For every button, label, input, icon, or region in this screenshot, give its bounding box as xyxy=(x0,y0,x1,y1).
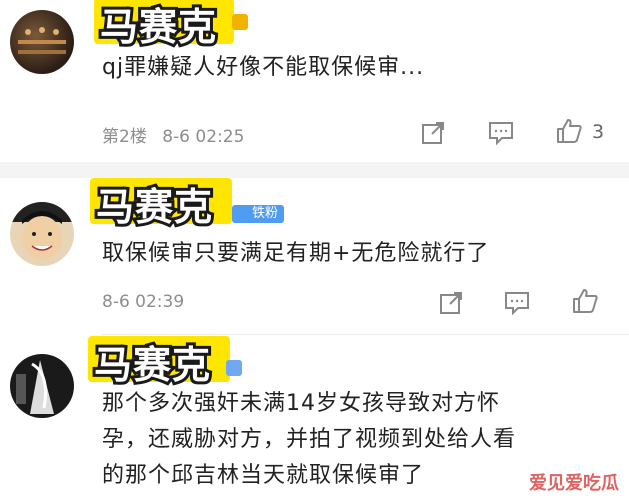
watermark: 爱见爱吃瓜 xyxy=(529,473,619,494)
username-wrap[interactable]: 马赛克 xyxy=(94,0,234,55)
username[interactable]: 马赛克 xyxy=(97,2,219,52)
avatar-image xyxy=(10,202,74,260)
comment-text-line-2: 孕，还威胁对方，并拍了视频到处给人看 xyxy=(102,427,517,452)
comment-text: 取保候审只要满足有期+无危险就行了 xyxy=(102,241,490,266)
comment-text-line-3: 的那个邱吉林当天就取保候审了 xyxy=(102,463,425,488)
share-icon[interactable] xyxy=(420,120,446,146)
username-wrap[interactable]: 马赛克 xyxy=(88,336,230,393)
comment-text-line-1: 那个多次强奸未满14岁女孩导致对方怀 xyxy=(102,391,500,416)
comment-date: 8-6 02:25 xyxy=(162,127,245,147)
divider xyxy=(102,334,629,335)
username[interactable]: 马赛克 xyxy=(93,182,215,232)
fan-badge: 铁粉 xyxy=(232,205,285,223)
comment-card-3: 马赛克 那个多次强奸未满14岁女孩导致对方怀 孕，还威胁对方，并拍了视频到处给人… xyxy=(0,334,629,501)
like-icon[interactable] xyxy=(556,118,582,144)
floor-number: 第2楼 xyxy=(102,127,147,147)
avatar[interactable] xyxy=(10,202,74,266)
like-count: 3 xyxy=(592,121,605,143)
like-icon[interactable] xyxy=(572,288,598,314)
share-icon[interactable] xyxy=(438,290,464,316)
comment-card-1: 马赛克 qj罪嫌疑人好像不能取保候审... 第2楼 8-6 02:25 3 xyxy=(0,0,629,162)
username[interactable]: 马赛克 xyxy=(91,340,213,390)
avatar-image xyxy=(16,360,54,414)
comment-meta: 第2楼 8-6 02:25 xyxy=(102,122,244,147)
comment-card-2: 马赛克 铁粉 取保候审只要满足有期+无危险就行了 8-6 02:39 xyxy=(0,178,629,334)
vip-badge-icon xyxy=(232,14,248,30)
comment-text: qj罪嫌疑人好像不能取保候审... xyxy=(102,55,425,80)
comment-date: 8-6 02:39 xyxy=(102,292,185,312)
vip-badge-icon xyxy=(226,360,242,376)
username-wrap[interactable]: 马赛克 xyxy=(90,178,232,235)
comment-icon[interactable] xyxy=(504,290,530,316)
comment-icon[interactable] xyxy=(488,120,514,146)
avatar[interactable] xyxy=(10,354,74,418)
avatar[interactable] xyxy=(10,10,74,74)
avatar-image xyxy=(18,27,66,54)
